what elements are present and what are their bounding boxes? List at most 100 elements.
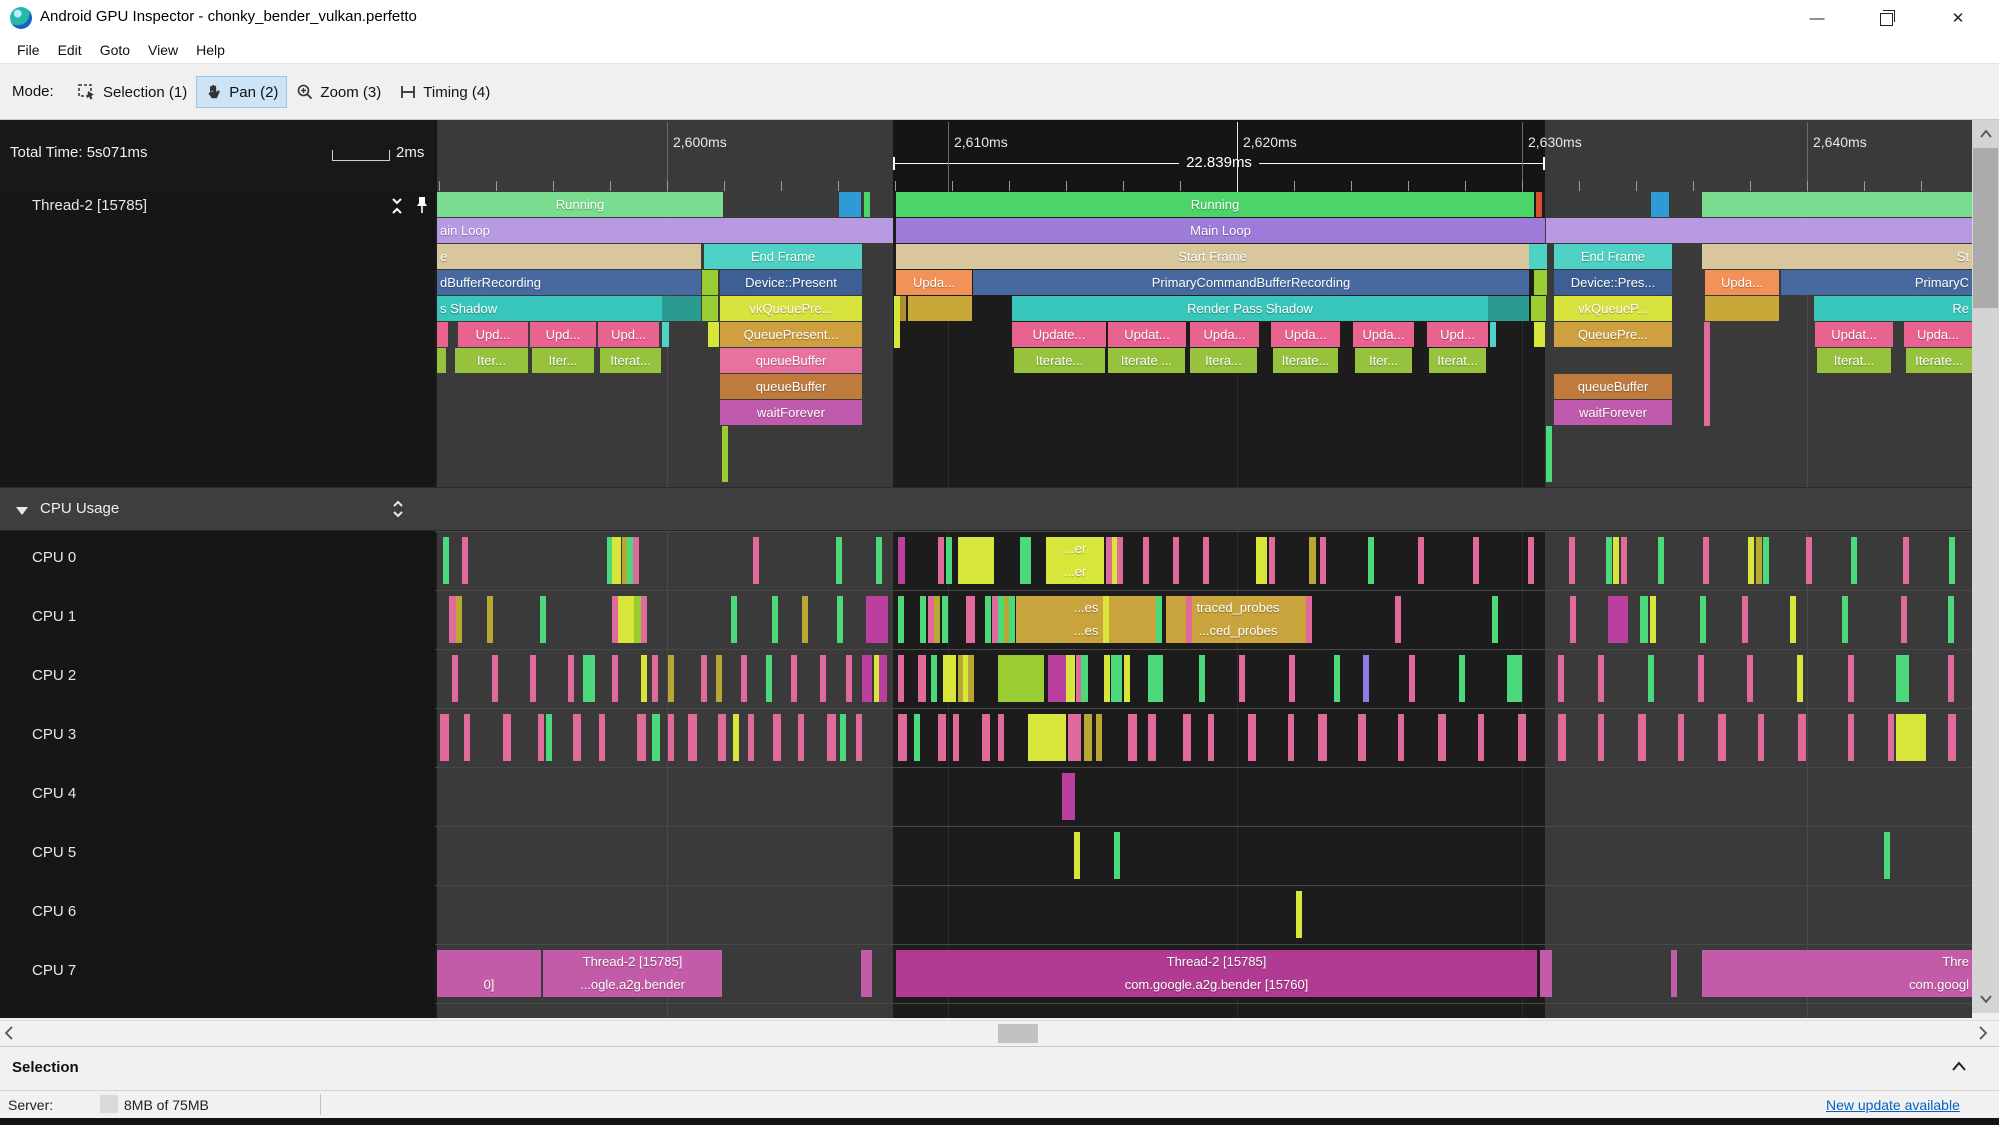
cpu-slice[interactable] [540, 596, 546, 643]
cpu-slice[interactable] [846, 655, 852, 702]
thread-slice[interactable] [1488, 296, 1529, 321]
thread-slice[interactable]: ain Loop [437, 218, 893, 243]
cpu-slice[interactable] [931, 655, 937, 702]
cpu-slice[interactable] [1199, 655, 1205, 702]
cpu-slice[interactable] [1368, 537, 1374, 584]
scroll-right-icon[interactable] [1978, 1025, 1988, 1046]
cpu-slice[interactable] [898, 537, 905, 584]
cpu-slice[interactable] [791, 655, 797, 702]
cpu-slice[interactable] [766, 655, 772, 702]
cpu-slice[interactable] [452, 655, 458, 702]
pin-icon[interactable] [414, 196, 430, 214]
vertical-scroll-thumb[interactable] [1973, 148, 1998, 308]
cpu-slice[interactable] [920, 596, 926, 643]
cpu-slice[interactable] [462, 537, 468, 584]
cpu-slice[interactable] [1703, 537, 1709, 584]
cpu-slice[interactable] [953, 714, 959, 761]
cpu-slice[interactable] [898, 714, 907, 761]
cpu-slice[interactable] [1084, 714, 1092, 761]
horizontal-scrollbar[interactable] [0, 1020, 1999, 1046]
cpu-slice[interactable] [1598, 655, 1604, 702]
cpu-slice[interactable] [1320, 537, 1326, 584]
cpu-slice[interactable] [1309, 537, 1316, 584]
cpu-slice[interactable] [1128, 714, 1137, 761]
cpu-slice[interactable] [1208, 714, 1214, 761]
cpu-slice[interactable] [1074, 832, 1080, 879]
cpu-slice[interactable] [1104, 655, 1110, 702]
thread-slice[interactable]: St [1702, 244, 1972, 269]
cpu-slice[interactable] [1747, 655, 1753, 702]
cpu-slice[interactable] [1117, 537, 1123, 584]
cpu-slice[interactable] [1948, 596, 1954, 643]
cpu-slice[interactable] [1671, 950, 1677, 997]
thread-slice[interactable] [839, 192, 861, 217]
thread-slice[interactable]: Updat... [1108, 322, 1186, 347]
thread-slice[interactable] [437, 322, 448, 347]
cpu-slice[interactable] [1613, 537, 1619, 584]
cpu-slice[interactable] [1114, 832, 1120, 879]
cpu-slice[interactable] [668, 655, 674, 702]
thread-slice[interactable]: Running [437, 192, 723, 217]
menu-help[interactable]: Help [187, 42, 234, 58]
scroll-left-icon[interactable] [4, 1025, 14, 1046]
panel-collapse-icon[interactable] [1950, 1059, 1968, 1077]
cpu-slice[interactable] [1173, 537, 1179, 584]
cpu-slice[interactable] [530, 655, 536, 702]
cpu-slice[interactable] [1148, 655, 1163, 702]
close-button[interactable]: ✕ [1935, 0, 1981, 36]
cpu-slice[interactable] [1111, 655, 1122, 702]
cpu-slice[interactable] [1949, 537, 1955, 584]
thread-slice[interactable]: Update... [1012, 322, 1106, 347]
cpu-slice[interactable] [449, 596, 456, 643]
thread-slice[interactable]: queueBuffer [1554, 374, 1672, 399]
cpu-slice[interactable] [1758, 714, 1764, 761]
thread-slice[interactable]: e [437, 244, 701, 269]
thread-slice[interactable]: Running [896, 192, 1534, 217]
cpu-slice[interactable] [1009, 596, 1015, 643]
thread-slice[interactable]: Device::Present [720, 270, 862, 295]
cpu-slice[interactable] [1718, 714, 1726, 761]
cpu-slice[interactable] [1289, 655, 1295, 702]
cpu-slice[interactable] [836, 537, 842, 584]
cpu-slice[interactable] [914, 714, 920, 761]
cpu-slice[interactable] [1248, 714, 1256, 761]
thread-slice[interactable]: End Frame [704, 244, 862, 269]
thread-slice[interactable] [1651, 192, 1669, 217]
cpu-slice[interactable] [753, 537, 759, 584]
cpu-slice[interactable] [1748, 537, 1754, 584]
mode-button-pan[interactable]: Pan (2) [196, 76, 288, 108]
cpu-slice[interactable] [1570, 596, 1576, 643]
cpu-slice[interactable] [1473, 537, 1479, 584]
cpu-slice[interactable] [701, 655, 707, 702]
thread-slice[interactable]: Upd... [1427, 322, 1488, 347]
cpu-slice[interactable] [443, 537, 449, 584]
menu-view[interactable]: View [139, 42, 187, 58]
thread-slice[interactable]: Iterat... [1429, 348, 1486, 373]
cpu-slice[interactable] [918, 655, 926, 702]
cpu-slice[interactable] [652, 714, 660, 761]
cpu-slice[interactable] [772, 596, 778, 643]
cpu-slice[interactable] [1068, 714, 1081, 761]
minimize-button[interactable]: — [1794, 0, 1840, 36]
cpu-slice[interactable] [1418, 537, 1424, 584]
cpu-slice[interactable] [1081, 655, 1088, 702]
cpu-slice[interactable] [641, 655, 647, 702]
cpu-slice[interactable] [1239, 655, 1245, 702]
thread-slice[interactable]: Upda... [1190, 322, 1259, 347]
cpu-slice[interactable] [1334, 655, 1340, 702]
thread-slice[interactable]: Iter... [1355, 348, 1412, 373]
cpu-slice[interactable] [1492, 596, 1498, 643]
cpu-slice[interactable] [1288, 714, 1294, 761]
cpu-slice[interactable] [1806, 537, 1812, 584]
thread-slice[interactable] [722, 426, 728, 482]
thread-slice[interactable]: Upda... [1271, 322, 1340, 347]
cpu-slice[interactable]: Thre com.googl [1702, 950, 1972, 997]
cpu-slice[interactable] [1398, 714, 1404, 761]
thread-slice[interactable]: dBufferRecording [437, 270, 701, 295]
cpu-slice[interactable] [1148, 714, 1156, 761]
cpu-slice[interactable] [1658, 537, 1664, 584]
cpu-slice[interactable] [1020, 537, 1031, 584]
cpu-slice[interactable] [827, 714, 836, 761]
thread-track-header[interactable]: Thread-2 [15785] [0, 192, 435, 220]
thread-slice[interactable]: Iterate... [1014, 348, 1105, 373]
